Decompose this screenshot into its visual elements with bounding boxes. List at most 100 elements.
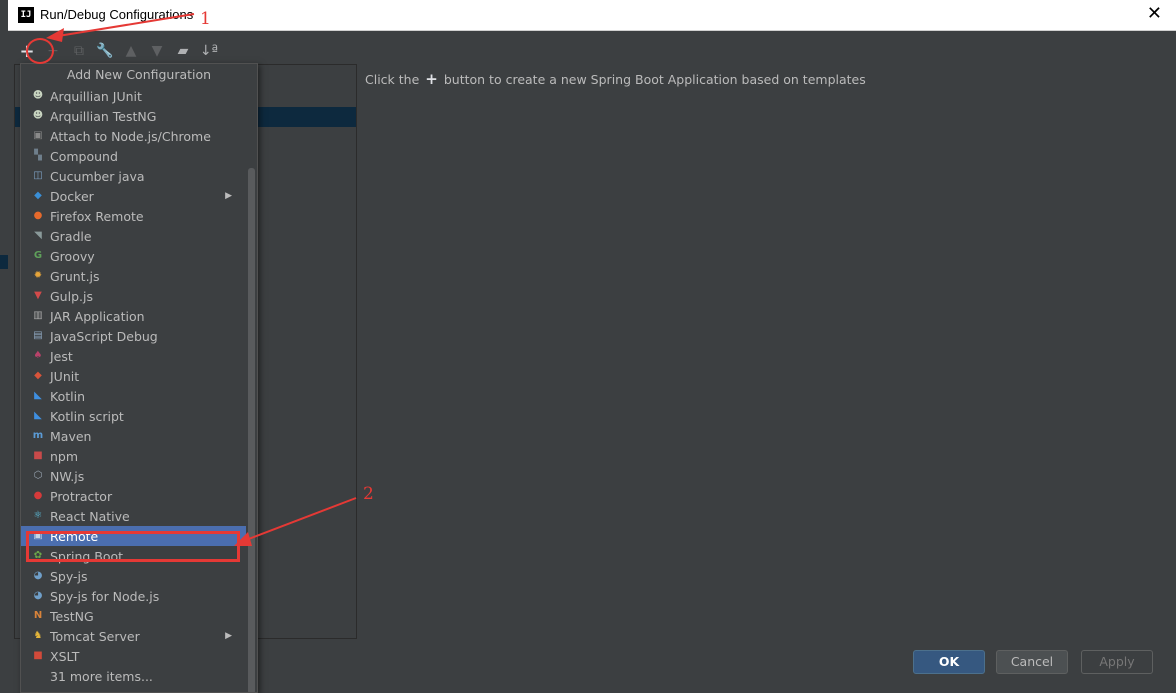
configuration-type-list: ▭Application☻Arquillian JUnit☻Arquillian… bbox=[21, 78, 246, 686]
menu-item-label: Jest bbox=[50, 348, 73, 364]
menu-item-label: Maven bbox=[50, 428, 92, 444]
submenu-arrow-icon: ▶ bbox=[225, 631, 232, 641]
junit-icon: ◆ bbox=[34, 370, 42, 381]
react-icon: ⚛ bbox=[33, 510, 43, 521]
menu-item-attach-to-node-js-chrome[interactable]: ▣ Attach to Node.js/Chrome bbox=[21, 126, 246, 146]
spyjs-node-icon: ◕ bbox=[33, 590, 43, 601]
menu-item-junit[interactable]: ◆ JUnit bbox=[21, 366, 246, 386]
npm-icon: ■ bbox=[33, 450, 43, 461]
empty-state-hint: Click the + button to create a new Sprin… bbox=[365, 70, 866, 88]
menu-item-react-native[interactable]: ⚛ React Native bbox=[21, 506, 246, 526]
grunt-icon: ✹ bbox=[33, 270, 43, 281]
menu-item-label: Grunt.js bbox=[50, 268, 100, 284]
arquillian-icon: ☻ bbox=[32, 110, 44, 121]
popup-scrollbar[interactable] bbox=[248, 168, 255, 692]
menu-item-protractor[interactable]: ● Protractor bbox=[21, 486, 246, 506]
annotation-label-1: 1 bbox=[200, 9, 211, 29]
testng-icon: N bbox=[33, 610, 43, 621]
menu-item-arquillian-testng[interactable]: ☻ Arquillian TestNG bbox=[21, 106, 246, 126]
add-new-configuration-popup: ▭Application☻Arquillian JUnit☻Arquillian… bbox=[20, 63, 258, 693]
menu-item-xslt[interactable]: ■ XSLT bbox=[21, 646, 246, 666]
firefox-icon: ● bbox=[33, 210, 43, 221]
menu-item-label: Spy-js for Node.js bbox=[50, 588, 160, 604]
kotlin-icon: ◣ bbox=[34, 390, 42, 401]
menu-item-label: Firefox Remote bbox=[50, 208, 144, 224]
menu-item-compound[interactable]: ▚ Compound bbox=[21, 146, 246, 166]
menu-item-gradle[interactable]: ◥ Gradle bbox=[21, 226, 246, 246]
move-down-icon[interactable]: ▼ bbox=[146, 41, 168, 61]
menu-item-label: React Native bbox=[50, 508, 130, 524]
run-debug-dialog: IJ Run/Debug Configurations ✕ + − ⧉ 🔧 ▲ ▼ ▰ ↓ª … bbox=[8, 0, 1176, 693]
menu-item-label: JUnit bbox=[50, 368, 80, 384]
annotation-label-2: 2 bbox=[363, 484, 374, 504]
menu-item-label: 31 more items... bbox=[50, 668, 153, 684]
plus-icon: + bbox=[425, 70, 438, 88]
copy-icon[interactable]: ⧉ bbox=[68, 41, 90, 61]
docker-icon: ◆ bbox=[34, 190, 42, 201]
menu-item-label: Gulp.js bbox=[50, 288, 93, 304]
menu-item-gulp-js[interactable]: ▼ Gulp.js bbox=[21, 286, 246, 306]
nwjs-icon: ⬡ bbox=[33, 470, 43, 481]
menu-item-label: JavaScript Debug bbox=[50, 328, 158, 344]
arquillian-icon: ☻ bbox=[32, 90, 44, 101]
menu-item-label: npm bbox=[50, 448, 79, 464]
wrench-icon[interactable]: 🔧 bbox=[94, 41, 116, 61]
menu-item-kotlin[interactable]: ◣ Kotlin bbox=[21, 386, 246, 406]
menu-item-arquillian-junit[interactable]: ☻ Arquillian JUnit bbox=[21, 86, 246, 106]
tomcat-icon: ♞ bbox=[33, 630, 43, 641]
menu-item-label: Gradle bbox=[50, 228, 92, 244]
popup-header: Add New Configuration bbox=[21, 64, 257, 86]
hint-text-after: button to create a new Spring Boot Appli… bbox=[443, 71, 866, 87]
menu-item-jest[interactable]: ♠ Jest bbox=[21, 346, 246, 366]
menu-item-label: Docker bbox=[50, 188, 94, 204]
menu-item-31-more-items[interactable]: 31 more items... bbox=[21, 666, 246, 686]
js-debug-icon: ▤ bbox=[33, 330, 43, 341]
menu-item-spy-js[interactable]: ◕ Spy-js bbox=[21, 566, 246, 586]
menu-item-label: Groovy bbox=[50, 248, 95, 264]
menu-item-label: Arquillian JUnit bbox=[50, 88, 142, 104]
menu-item-label: Cucumber java bbox=[50, 168, 145, 184]
menu-item-maven[interactable]: m Maven bbox=[21, 426, 246, 446]
menu-item-groovy[interactable]: G Groovy bbox=[21, 246, 246, 266]
menu-item-javascript-debug[interactable]: ▤ JavaScript Debug bbox=[21, 326, 246, 346]
menu-item-label: XSLT bbox=[50, 648, 80, 664]
window-title: Run/Debug Configurations bbox=[40, 7, 194, 22]
menu-item-label: JAR Application bbox=[50, 308, 145, 324]
sort-icon[interactable]: ↓ª bbox=[198, 41, 220, 61]
menu-item-npm[interactable]: ■ npm bbox=[21, 446, 246, 466]
app-logo-icon: IJ bbox=[18, 7, 34, 23]
maven-icon: m bbox=[32, 430, 44, 441]
xslt-icon: ■ bbox=[33, 650, 43, 661]
menu-item-firefox-remote[interactable]: ● Firefox Remote bbox=[21, 206, 246, 226]
menu-item-label: Attach to Node.js/Chrome bbox=[50, 128, 211, 144]
apply-button[interactable]: Apply bbox=[1081, 650, 1153, 674]
menu-item-nw-js[interactable]: ⬡ NW.js bbox=[21, 466, 246, 486]
menu-item-label: Kotlin bbox=[50, 388, 85, 404]
folder-icon[interactable]: ▰ bbox=[172, 41, 194, 61]
menu-item-label: Kotlin script bbox=[50, 408, 124, 424]
menu-item-jar-application[interactable]: ▥ JAR Application bbox=[21, 306, 246, 326]
ok-button[interactable]: OK bbox=[913, 650, 985, 674]
menu-item-tomcat-server[interactable]: ♞ Tomcat Server ▶ bbox=[21, 626, 246, 646]
gulp-icon: ▼ bbox=[34, 290, 42, 301]
groovy-icon: G bbox=[33, 250, 43, 261]
annotation-circle bbox=[26, 38, 54, 64]
annotation-rect bbox=[26, 531, 240, 562]
move-up-icon[interactable]: ▲ bbox=[120, 41, 142, 61]
kotlin-script-icon: ◣ bbox=[34, 410, 42, 421]
menu-item-label: Compound bbox=[50, 148, 118, 164]
jest-icon: ♠ bbox=[33, 350, 43, 361]
menu-item-testng[interactable]: N TestNG bbox=[21, 606, 246, 626]
compound-icon: ▚ bbox=[34, 150, 42, 161]
protractor-icon: ● bbox=[33, 490, 43, 501]
menu-item-label: Arquillian TestNG bbox=[50, 108, 157, 124]
cancel-button[interactable]: Cancel bbox=[996, 650, 1068, 674]
menu-item-cucumber-java[interactable]: ◫ Cucumber java bbox=[21, 166, 246, 186]
menu-item-kotlin-script[interactable]: ◣ Kotlin script bbox=[21, 406, 246, 426]
menu-item-grunt-js[interactable]: ✹ Grunt.js bbox=[21, 266, 246, 286]
menu-item-docker[interactable]: ◆ Docker ▶ bbox=[21, 186, 246, 206]
jar-icon: ▥ bbox=[33, 310, 43, 321]
close-icon[interactable]: ✕ bbox=[1147, 4, 1162, 24]
cucumber-icon: ◫ bbox=[33, 170, 43, 181]
menu-item-spy-js-for-node-js[interactable]: ◕ Spy-js for Node.js bbox=[21, 586, 246, 606]
